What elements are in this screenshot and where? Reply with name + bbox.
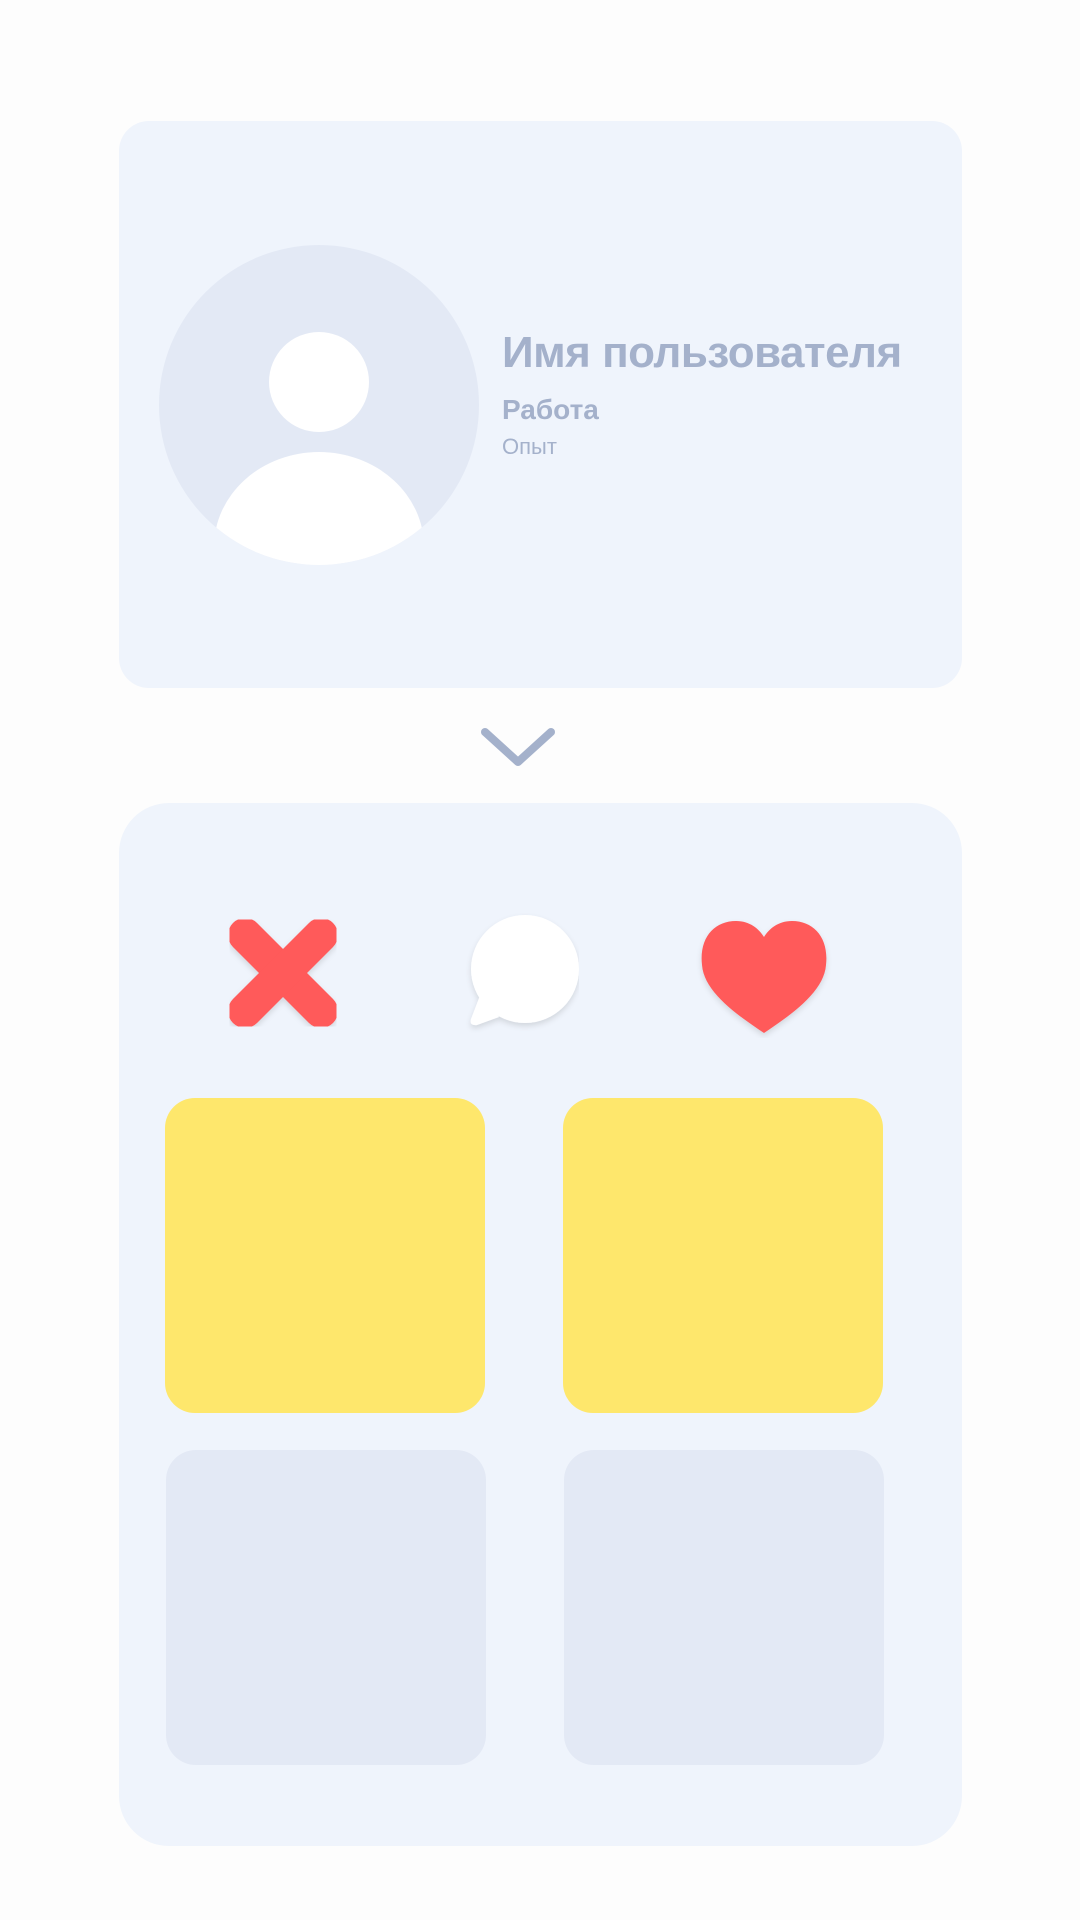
chevron-down-icon[interactable] bbox=[478, 725, 558, 773]
tile-highlighted[interactable] bbox=[563, 1098, 883, 1413]
avatar-body bbox=[214, 452, 424, 565]
user-silhouette-icon bbox=[159, 245, 479, 565]
reject-button[interactable] bbox=[223, 913, 343, 1033]
profile-name: Имя пользователя bbox=[502, 328, 902, 377]
action-panel bbox=[119, 803, 962, 1846]
tile-empty[interactable] bbox=[166, 1450, 486, 1765]
like-button[interactable] bbox=[694, 913, 834, 1038]
close-icon bbox=[228, 918, 338, 1028]
avatar-head bbox=[269, 332, 369, 432]
profile-experience: Опыт bbox=[502, 434, 557, 459]
speech-bubble-icon bbox=[470, 915, 579, 1026]
tile-highlighted[interactable] bbox=[165, 1098, 485, 1413]
message-button[interactable] bbox=[459, 913, 579, 1033]
heart-icon bbox=[701, 921, 827, 1033]
profile-card[interactable]: Имя пользователя Работа Опыт bbox=[119, 121, 962, 688]
tile-empty[interactable] bbox=[564, 1450, 884, 1765]
profile-job: Работа bbox=[502, 394, 599, 425]
